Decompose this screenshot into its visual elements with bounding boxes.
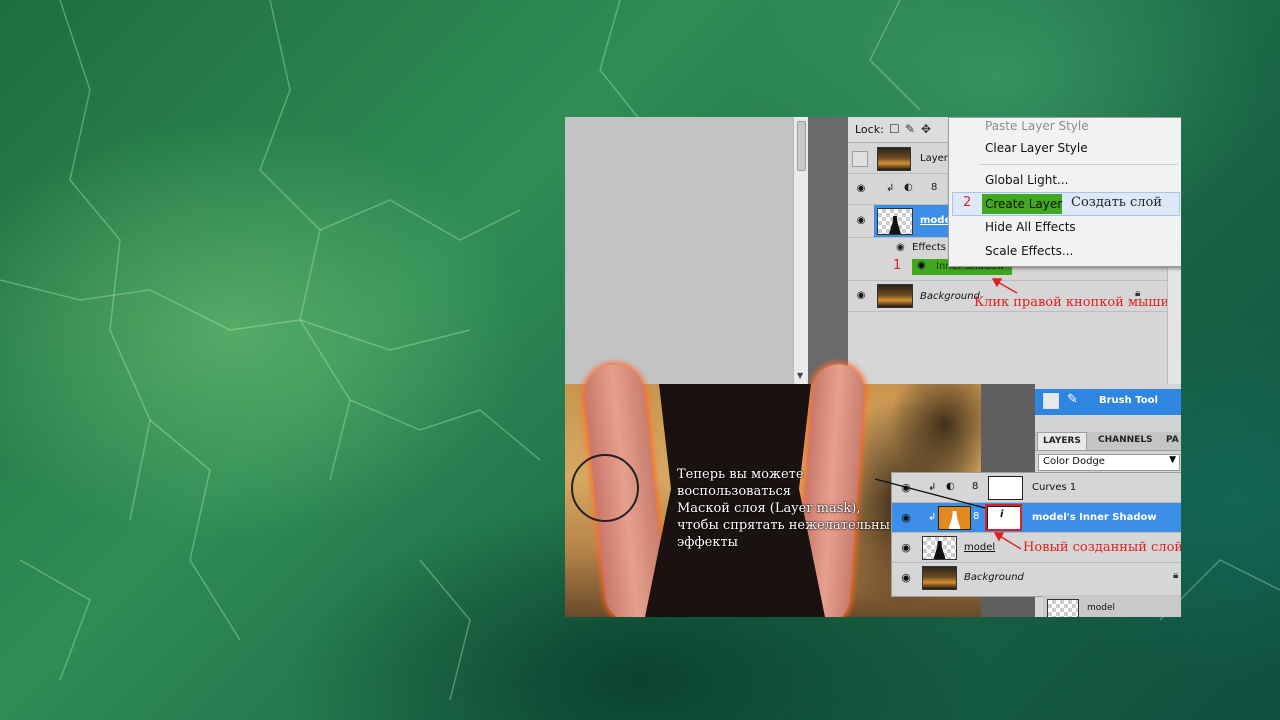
link-icon: 8 xyxy=(972,481,979,492)
lock-move-icon[interactable]: ✥ xyxy=(921,122,931,136)
layer-thumbnail xyxy=(1047,599,1079,617)
layer-name: model xyxy=(964,542,996,553)
layer-row-curves[interactable]: ◉ ↲ ◐ 8 Curves 1 xyxy=(892,473,1181,503)
layer-name: Curves 1 xyxy=(1032,482,1077,493)
tab-channels[interactable]: CHANNELS xyxy=(1093,432,1158,449)
eye-icon[interactable]: ◉ xyxy=(899,571,913,584)
eye-icon[interactable]: ◉ xyxy=(899,511,913,524)
menu-item-create-layer[interactable]: Create Layer xyxy=(985,197,1062,211)
layer-thumbnail xyxy=(938,506,971,530)
eye-icon[interactable]: ◉ xyxy=(896,242,905,253)
bottom-screenshot: Теперь вы можете воспользоваться Маской … xyxy=(565,361,1181,617)
adjustment-icon: ◐ xyxy=(904,182,913,193)
eye-icon[interactable]: ◉ xyxy=(854,290,868,302)
layer-row-inner-shadow[interactable]: ◉ ↲ 8 i model's Inner Shadow xyxy=(892,503,1181,533)
eye-icon[interactable]: ◉ xyxy=(899,481,913,494)
layer-name: model's Inner Shadow xyxy=(1032,512,1157,523)
eye-icon[interactable]: ◉ xyxy=(917,260,926,271)
clip-arrow-icon: ↲ xyxy=(928,512,937,523)
layer-thumbnail xyxy=(877,147,911,171)
lock-label: Lock: xyxy=(855,123,884,136)
blend-mode-select[interactable]: Color Dodge ▼ xyxy=(1038,454,1180,471)
layer-label: Layer xyxy=(920,153,948,164)
layer-thumbnail xyxy=(922,566,957,590)
layer-thumbnail xyxy=(922,536,957,560)
chevron-down-icon[interactable]: ▼ xyxy=(1169,455,1176,465)
panel-gutter xyxy=(808,117,848,384)
layer-thumbnail xyxy=(877,284,913,308)
step-2-number: 2 xyxy=(963,195,972,210)
lower-layer-strip: model xyxy=(1043,595,1181,617)
highlight-frame xyxy=(985,504,1022,531)
layer-name: Background xyxy=(964,572,1024,583)
lock-brush-icon[interactable]: ✎ xyxy=(905,122,915,136)
scroll-down-arrow-icon[interactable]: ▼ xyxy=(797,371,803,380)
eye-icon[interactable]: ◉ xyxy=(899,541,913,554)
eye-icon[interactable]: ◉ xyxy=(854,183,868,195)
brush-cursor-icon xyxy=(571,454,639,522)
layer-mask-thumbnail[interactable] xyxy=(988,476,1023,500)
layer-row-background[interactable]: ◉ Background 🔒︎ xyxy=(892,563,1181,592)
menu-item-scale-effects[interactable]: Scale Effects... xyxy=(985,244,1073,258)
menu-item-paste-layer-style[interactable]: Paste Layer Style xyxy=(985,119,1089,133)
brush-tool-label: Brush Tool xyxy=(1099,395,1158,406)
lock-icon: 🔒︎ xyxy=(1173,570,1179,581)
clip-arrow-icon: ↲ xyxy=(886,183,895,194)
menu-item-hide-all-effects[interactable]: Hide All Effects xyxy=(985,220,1076,234)
brush-icon: ✎ xyxy=(1067,392,1078,407)
layer-thumbnail xyxy=(877,208,913,235)
menu-item-global-light[interactable]: Global Light... xyxy=(985,173,1068,187)
tab-paths[interactable]: PA xyxy=(1161,432,1181,449)
blend-mode-value: Color Dodge xyxy=(1043,456,1105,467)
menu-separator xyxy=(979,164,1178,165)
adjustment-icon: ◐ xyxy=(946,481,955,492)
tab-layers[interactable]: LAYERS xyxy=(1037,432,1087,450)
eye-icon[interactable]: ◉ xyxy=(854,215,868,227)
preset-box-icon[interactable] xyxy=(1043,393,1059,409)
context-menu: Paste Layer Style Clear Layer Style Glob… xyxy=(948,117,1181,267)
tutorial-screenshot: ▼ Lock: ☐ ✎ ✥ Layer ◉ ↲ ◐ 8 ◉ mode ◉ Eff… xyxy=(565,117,1181,617)
scrollbar-thumb[interactable] xyxy=(797,121,806,171)
layers-list: ◉ ↲ ◐ 8 Curves 1 ◉ ↲ 8 i model's Inner S… xyxy=(891,472,1181,597)
lock-transparent-icon[interactable]: ☐ xyxy=(889,122,900,136)
create-layer-note: Создать слой xyxy=(1071,195,1163,210)
clip-arrow-icon: ↲ xyxy=(928,482,937,493)
info-icon: i xyxy=(1000,509,1004,520)
right-click-note: Клик правой кнопкой мыши xyxy=(974,295,1170,310)
effects-label: Effects xyxy=(912,242,946,253)
visibility-box-icon[interactable] xyxy=(852,151,868,167)
top-screenshot: ▼ Lock: ☐ ✎ ✥ Layer ◉ ↲ ◐ 8 ◉ mode ◉ Eff… xyxy=(565,117,1181,384)
selected-layer-label: mode xyxy=(920,215,952,226)
link-icon: 8 xyxy=(931,182,938,193)
partial-layer-label: model xyxy=(1087,603,1116,613)
step-1-number: 1 xyxy=(893,258,902,273)
new-layer-note: Новый созданный слой xyxy=(1023,540,1181,555)
menu-item-clear-layer-style[interactable]: Clear Layer Style xyxy=(985,141,1088,155)
canvas-area xyxy=(565,117,793,384)
link-icon: 8 xyxy=(973,511,980,522)
panel-tabs: LAYERS CHANNELS PA xyxy=(1035,432,1181,451)
tool-preset-bar[interactable]: ✎ Brush Tool xyxy=(1035,389,1181,415)
background-label: Background xyxy=(920,291,980,302)
canvas-scrollbar[interactable]: ▼ xyxy=(793,117,808,384)
